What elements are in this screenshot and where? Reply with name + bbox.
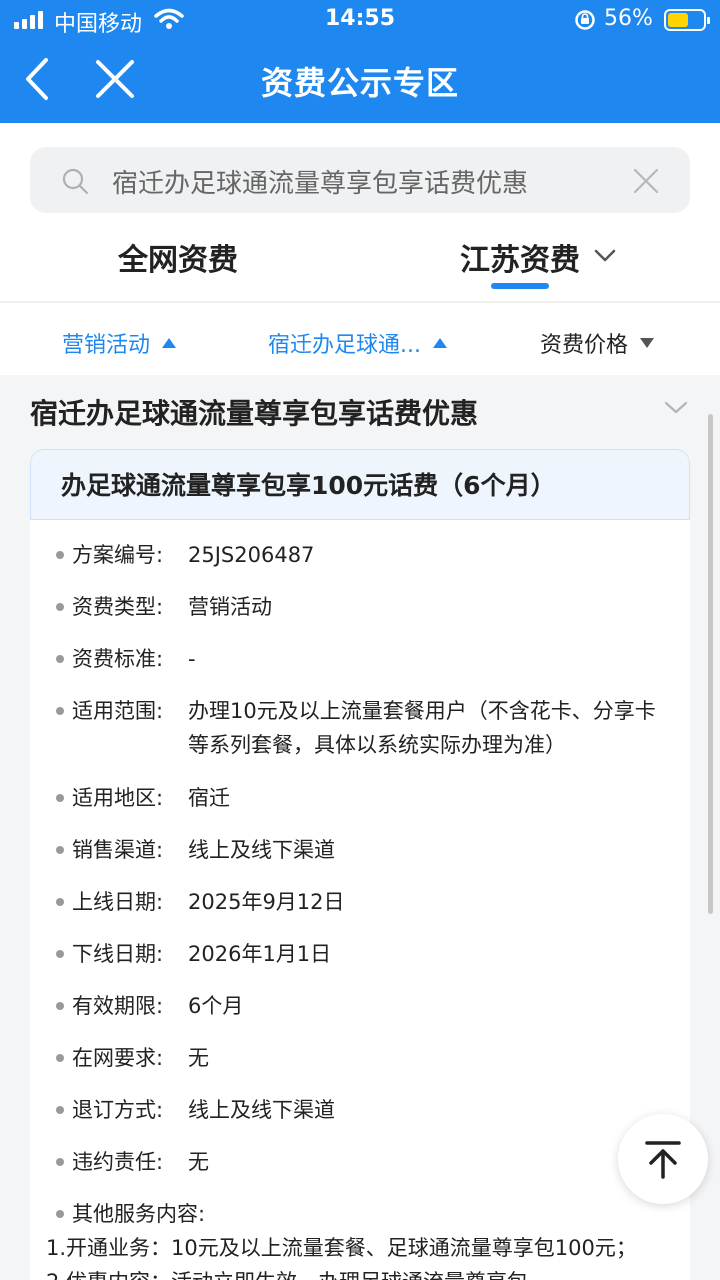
- detail-value: 线上及线下渠道: [188, 1098, 335, 1122]
- detail-value: -: [188, 647, 196, 671]
- divider: [0, 301, 720, 303]
- plan-card: 办足球通流量尊享包享100元话费（6个月） 方案编号: 25JS206487 资…: [30, 449, 690, 1280]
- detail-value: 无: [188, 1046, 209, 1070]
- detail-value: 营销活动: [188, 595, 272, 619]
- detail-description: 1.开通业务：10元及以上流量套餐、足球通流量尊享包100元； 2.优惠内容：活…: [46, 1236, 637, 1280]
- back-to-top-button[interactable]: [618, 1114, 708, 1204]
- search-icon: [62, 168, 89, 195]
- bullet-icon: [56, 1054, 64, 1062]
- plan-card-title: 办足球通流量尊享包享100元话费（6个月）: [30, 449, 690, 520]
- filter-price-label: 资费价格: [540, 333, 629, 358]
- detail-row: 资费标准: -: [56, 642, 676, 676]
- filter-category-label: 营销活动: [62, 333, 151, 358]
- bullet-icon: [56, 1002, 64, 1010]
- search-input[interactable]: 宿迁办足球通流量尊享包享话费优惠: [30, 147, 690, 213]
- bullet-icon: [56, 551, 64, 559]
- detail-label: 违约责任:: [72, 1150, 164, 1174]
- detail-label: 其他服务内容:: [72, 1202, 206, 1226]
- nav-bar: 资费公示专区: [0, 40, 720, 123]
- bullet-icon: [56, 603, 64, 611]
- detail-row: 退订方式: 线上及线下渠道: [56, 1093, 676, 1127]
- filter-plan[interactable]: 宿迁办足球通...: [268, 327, 447, 359]
- detail-label: 销售渠道:: [72, 838, 164, 862]
- header-panel: 宿迁办足球通流量尊享包享话费优惠 全网资费 江苏资费 营销活动 宿迁办足球通..…: [0, 123, 720, 375]
- bullet-icon: [56, 655, 64, 663]
- detail-value: 线上及线下渠道: [188, 838, 335, 862]
- filter-price[interactable]: 资费价格: [540, 327, 655, 359]
- detail-row: 方案编号: 25JS206487: [56, 538, 676, 572]
- detail-label: 下线日期:: [72, 942, 164, 966]
- active-tab-indicator: [491, 283, 549, 289]
- sort-up-icon: [162, 338, 177, 348]
- bullet-icon: [56, 950, 64, 958]
- sort-up-icon: [432, 338, 447, 348]
- group-title: 宿迁办足球通流量尊享包享话费优惠: [30, 397, 479, 430]
- sort-down-icon: [640, 338, 655, 348]
- detail-row: 上线日期: 2025年9月12日: [56, 885, 676, 919]
- bullet-icon: [56, 1210, 64, 1218]
- arrow-up-icon: [645, 1141, 681, 1179]
- search-query: 宿迁办足球通流量尊享包享话费优惠: [112, 169, 529, 199]
- detail-label: 资费标准:: [72, 647, 164, 671]
- detail-row: 下线日期: 2026年1月1日: [56, 937, 676, 971]
- detail-label: 资费类型:: [72, 595, 164, 619]
- detail-label: 方案编号:: [72, 543, 164, 567]
- detail-value: 6个月: [188, 994, 244, 1018]
- filter-category[interactable]: 营销活动: [62, 327, 177, 359]
- scrollbar[interactable]: [708, 414, 713, 914]
- detail-label: 上线日期:: [72, 890, 164, 914]
- detail-row: 违约责任: 无: [56, 1145, 676, 1179]
- status-bar: 中国移动 14:55 56%: [0, 0, 720, 40]
- detail-row: 适用范围: 办理10元及以上流量套餐用户（不含花卡、分享卡等系列套餐，具体以系统…: [56, 694, 676, 762]
- page-title: 资费公示专区: [260, 64, 459, 102]
- tab-jiangsu[interactable]: 江苏资费: [460, 235, 580, 279]
- filter-plan-label: 宿迁办足球通...: [268, 333, 421, 358]
- detail-value: 办理10元及以上流量套餐用户（不含花卡、分享卡等系列套餐，具体以系统实际办理为准…: [188, 699, 656, 757]
- bullet-icon: [56, 1158, 64, 1166]
- detail-value: 25JS206487: [188, 543, 315, 567]
- detail-label: 适用范围:: [72, 699, 164, 723]
- detail-label: 退订方式:: [72, 1098, 164, 1122]
- detail-value: 无: [188, 1150, 209, 1174]
- detail-row-other: 其他服务内容: 1.开通业务：10元及以上流量套餐、足球通流量尊享包100元； …: [46, 1197, 676, 1280]
- detail-value: 2025年9月12日: [188, 890, 345, 914]
- detail-row: 资费类型: 营销活动: [56, 590, 676, 624]
- detail-label: 适用地区:: [72, 786, 164, 810]
- detail-row: 在网要求: 无: [56, 1041, 676, 1075]
- bullet-icon: [56, 707, 64, 715]
- bullet-icon: [56, 794, 64, 802]
- bullet-icon: [56, 1106, 64, 1114]
- chevron-down-icon[interactable]: [664, 400, 688, 416]
- bullet-icon: [56, 846, 64, 854]
- detail-label: 在网要求:: [72, 1046, 164, 1070]
- detail-row: 适用地区: 宿迁: [56, 781, 676, 815]
- tab-national[interactable]: 全网资费: [118, 235, 238, 279]
- battery-icon: [664, 9, 710, 31]
- detail-row: 有效期限: 6个月: [56, 989, 676, 1023]
- detail-label: 有效期限:: [72, 994, 164, 1018]
- detail-value: 2026年1月1日: [188, 942, 332, 966]
- detail-row: 销售渠道: 线上及线下渠道: [56, 833, 676, 867]
- top-bar: 中国移动 14:55 56% 资费公示专区: [0, 0, 720, 123]
- battery-percent: 56%: [604, 6, 653, 31]
- clear-icon[interactable]: [632, 167, 660, 195]
- bullet-icon: [56, 898, 64, 906]
- detail-value: 宿迁: [188, 786, 230, 810]
- chevron-down-icon[interactable]: [592, 247, 618, 265]
- rotation-lock-icon: [575, 10, 595, 30]
